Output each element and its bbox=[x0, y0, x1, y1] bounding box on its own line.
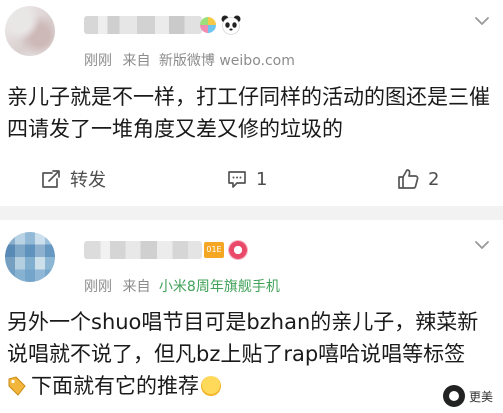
post-meta: 刚刚 来自 小米8周年旗舰手机 bbox=[84, 276, 280, 296]
watermark: 更美 bbox=[442, 385, 493, 407]
chevron-down-icon[interactable] bbox=[473, 236, 491, 254]
content-line: 另外一个shuo唱节目可是bzhan的亲儿子，辣菜新 bbox=[7, 310, 479, 334]
content-line-text: 下面就有它的推荐 bbox=[31, 374, 199, 398]
weibo-post-2: 01E 刚刚 来自 小米8周年旗舰手机 另外一个shuo唱节目可是bzhan的亲… bbox=[0, 0, 503, 413]
donut-badge-icon bbox=[228, 240, 248, 260]
avatar[interactable] bbox=[5, 232, 55, 282]
content-line: 下面就有它的推荐 bbox=[7, 370, 499, 402]
from-label: 来自 bbox=[122, 279, 151, 295]
content-line: 说唱就不说了，但凡bz上贴了rap嘻哈说唱等标签 bbox=[7, 342, 466, 366]
post-source[interactable]: 小米8周年旗舰手机 bbox=[159, 279, 280, 295]
watermark-text: 更美 bbox=[468, 389, 493, 404]
tag-emoji-icon bbox=[8, 376, 26, 396]
post-content: 另外一个shuo唱节目可是bzhan的亲儿子，辣菜新 说唱就不说了，但凡bz上贴… bbox=[7, 306, 499, 402]
movie-badge-icon: 01E bbox=[204, 242, 224, 258]
sweat-smile-emoji-icon bbox=[201, 376, 221, 396]
wechat-logo-icon bbox=[442, 385, 465, 407]
post-time: 刚刚 bbox=[84, 279, 112, 295]
username-blurred[interactable] bbox=[84, 241, 202, 259]
